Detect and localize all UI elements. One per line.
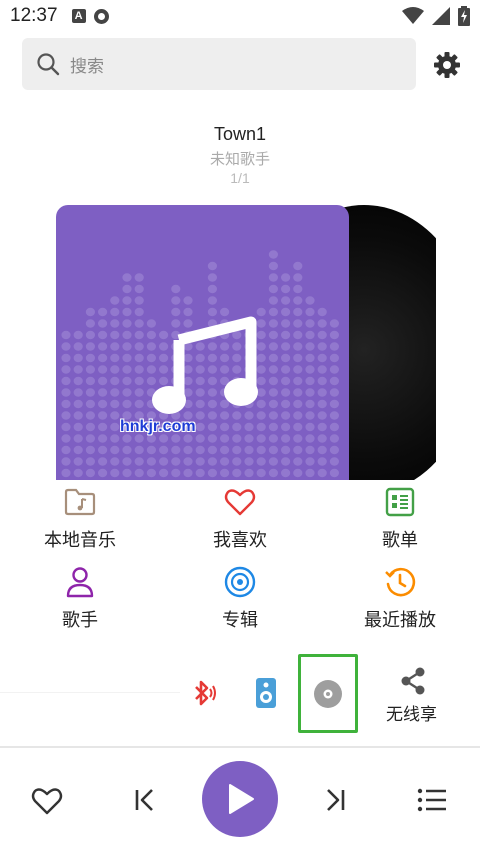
output-row: 无线享: [0, 652, 480, 734]
menu-item-favorites[interactable]: 我喜欢: [165, 484, 315, 552]
player-bar: [0, 750, 480, 853]
menu-label: 最近播放: [364, 610, 436, 630]
disc-notification-icon: [93, 8, 109, 24]
search-row: 搜索: [22, 38, 462, 90]
divider: [0, 692, 180, 693]
next-icon: [327, 789, 345, 811]
play-icon: [229, 784, 254, 814]
bluetooth-icon: [195, 680, 216, 706]
track-title: Town1: [213, 124, 267, 144]
share-icon: [401, 667, 425, 695]
menu-label: 我喜欢: [213, 530, 267, 550]
bluetooth-button[interactable]: [188, 678, 218, 708]
folder-music-icon: [64, 488, 96, 516]
menu-item-playlist[interactable]: 歌单: [325, 484, 475, 552]
heart-icon: [224, 489, 256, 516]
favorite-button[interactable]: [30, 786, 64, 816]
watermark: hnkjr.com: [120, 418, 196, 435]
queue-button[interactable]: [416, 786, 448, 814]
menu-label: 歌单: [382, 530, 418, 550]
next-button[interactable]: [322, 786, 350, 814]
menu-label: 歌手: [62, 610, 98, 630]
album-cover: [56, 205, 349, 480]
menu-item-albums[interactable]: 专辑: [165, 564, 315, 632]
search-icon: [37, 53, 60, 76]
settings-button[interactable]: [432, 50, 462, 80]
menu-item-artists[interactable]: 歌手: [5, 564, 155, 632]
speaker-button[interactable]: [254, 676, 278, 710]
previous-icon: [135, 789, 153, 811]
wifi-icon: [402, 7, 424, 24]
person-icon: [66, 567, 94, 598]
status-bar: 12:37 A: [0, 0, 480, 32]
status-time: 12:37: [10, 5, 58, 26]
heart-outline-icon: [31, 788, 63, 815]
menu-item-recent[interactable]: 最近播放: [325, 564, 475, 632]
gear-icon: [434, 52, 460, 78]
music-note-icon: [152, 316, 258, 414]
menu-label: 本地音乐: [44, 530, 116, 550]
album-art-area[interactable]: [56, 205, 436, 480]
signal-icon: [432, 7, 450, 25]
play-button[interactable]: [202, 761, 278, 837]
disc-output-button[interactable]: [298, 654, 358, 733]
disc-icon: [314, 679, 342, 708]
track-artist: 未知歌手: [209, 151, 270, 168]
battery-charging-icon: [458, 6, 470, 26]
share-label: 无线享: [386, 705, 437, 724]
menu-item-local-music[interactable]: 本地音乐: [5, 484, 155, 552]
player-divider: [0, 746, 480, 748]
menu-label: 专辑: [222, 610, 258, 630]
track-index: 1/1: [230, 170, 250, 186]
album-icon: [224, 566, 256, 598]
share-button[interactable]: [398, 666, 428, 696]
search-input[interactable]: 搜索: [22, 38, 416, 90]
search-placeholder: 搜索: [70, 56, 104, 76]
a-notification-icon: A: [71, 9, 86, 23]
status-left-icons: A: [71, 8, 109, 24]
playlist-icon: [385, 487, 415, 517]
speaker-icon: [256, 678, 276, 708]
track-info: Town1 未知歌手 1/1: [0, 124, 480, 192]
previous-button[interactable]: [130, 786, 158, 814]
history-icon: [385, 567, 416, 597]
status-right-icons: [402, 6, 470, 26]
list-icon: [417, 788, 446, 812]
